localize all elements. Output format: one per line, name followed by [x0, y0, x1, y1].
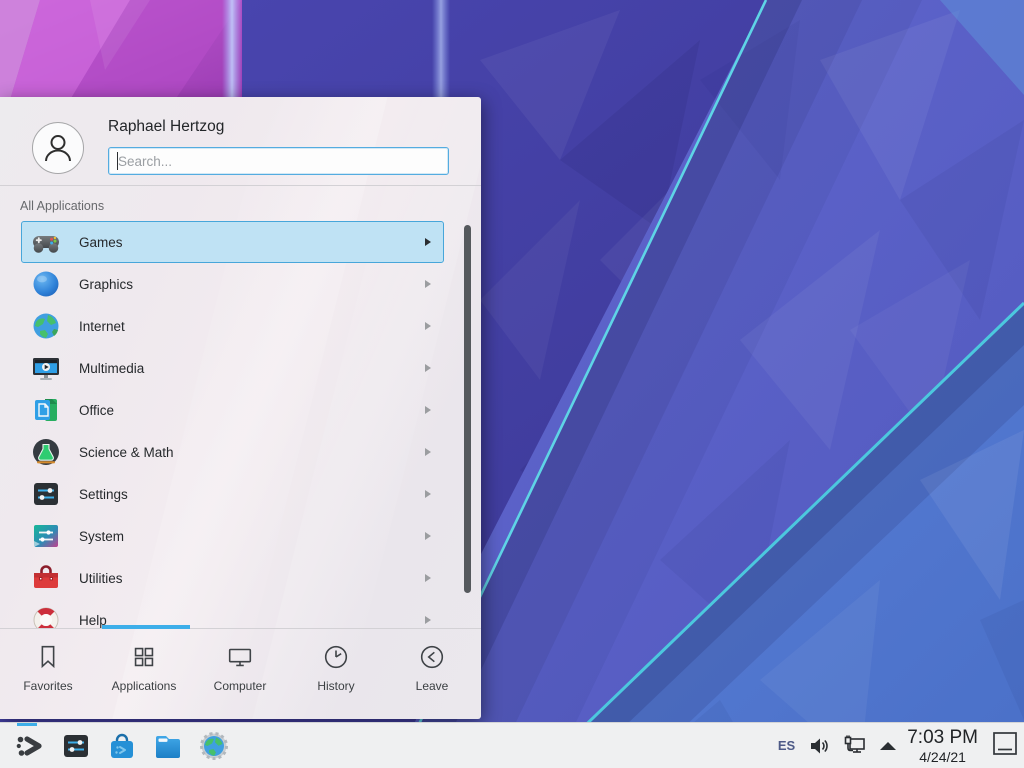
tab-applications[interactable]: Applications — [96, 629, 192, 719]
expand-tray-caret[interactable] — [880, 742, 896, 750]
tab-favorites[interactable]: Favorites — [0, 629, 96, 719]
tab-label: History — [317, 679, 354, 693]
submenu-arrow-icon — [425, 532, 431, 540]
games-icon — [30, 226, 62, 258]
tab-label: Leave — [416, 679, 449, 693]
launcher-category-science-math[interactable]: Science & Math — [21, 431, 444, 473]
tab-history[interactable]: History — [288, 629, 384, 719]
header-separator — [0, 185, 481, 186]
text-caret — [117, 152, 118, 170]
network-icon — [843, 734, 867, 758]
category-label: System — [79, 529, 124, 544]
category-label: Settings — [79, 487, 128, 502]
submenu-arrow-icon — [425, 490, 431, 498]
launcher-category-internet[interactable]: Internet — [21, 305, 444, 347]
category-label: Office — [79, 403, 114, 418]
web-browser-icon — [198, 730, 230, 762]
science-icon — [30, 436, 62, 468]
history-icon — [321, 642, 351, 672]
submenu-arrow-icon — [425, 322, 431, 330]
office-icon — [30, 394, 62, 426]
settings-icon — [30, 478, 62, 510]
category-label: Multimedia — [79, 361, 144, 376]
application-launcher-button[interactable] — [14, 730, 46, 762]
file-manager-button[interactable] — [152, 730, 184, 762]
system-settings-button[interactable] — [60, 730, 92, 762]
network-button[interactable] — [843, 734, 867, 758]
launcher-category-utilities[interactable]: Utilities — [21, 557, 444, 599]
user-name: Raphael Hertzog — [108, 118, 224, 136]
section-label: All Applications — [20, 199, 104, 213]
tab-label: Favorites — [23, 679, 72, 693]
multimedia-icon — [30, 352, 62, 384]
submenu-arrow-icon — [425, 280, 431, 288]
tab-label: Computer — [214, 679, 267, 693]
application-launcher-icon — [14, 730, 46, 762]
user-avatar[interactable] — [32, 122, 84, 174]
clock-time: 7:03 PM — [907, 728, 978, 747]
launcher-category-multimedia[interactable]: Multimedia — [21, 347, 444, 389]
clock-date: 4/24/21 — [907, 750, 978, 764]
taskbar-panel: ES 7:03 PM — [0, 722, 1024, 768]
submenu-arrow-icon — [425, 364, 431, 372]
leave-icon — [417, 642, 447, 672]
search-field-wrap — [108, 147, 449, 175]
discover-button[interactable] — [106, 730, 138, 762]
submenu-arrow-icon — [425, 616, 431, 624]
keyboard-layout-indicator[interactable]: ES — [778, 738, 795, 753]
favorites-icon — [33, 642, 63, 672]
internet-icon — [30, 310, 62, 342]
system-settings-icon — [60, 730, 92, 762]
submenu-arrow-icon — [425, 448, 431, 456]
list-scrollbar[interactable] — [464, 225, 471, 593]
digital-clock[interactable]: 7:03 PM 4/24/21 — [907, 728, 978, 764]
category-label: Internet — [79, 319, 125, 334]
volume-icon — [808, 735, 830, 757]
help-icon — [30, 604, 62, 628]
discover-icon — [106, 730, 138, 762]
system-icon — [30, 520, 62, 552]
tab-leave[interactable]: Leave — [384, 629, 480, 719]
launcher-category-games[interactable]: Games — [21, 221, 444, 263]
show-desktop-button[interactable] — [992, 731, 1018, 761]
launcher-category-graphics[interactable]: Graphics — [21, 263, 444, 305]
launcher-active-indicator — [17, 723, 37, 726]
launcher-category-help[interactable]: Help — [21, 599, 444, 628]
submenu-arrow-icon — [425, 406, 431, 414]
launcher-category-settings[interactable]: Settings — [21, 473, 444, 515]
launcher-tab-bar: Favorites Applications Computer — [0, 629, 481, 719]
launcher-category-office[interactable]: Office — [21, 389, 444, 431]
desktop: Raphael Hertzog All Applications — [0, 0, 1024, 768]
category-label: Games — [79, 235, 123, 250]
utilities-icon — [30, 562, 62, 594]
volume-button[interactable] — [808, 735, 830, 757]
category-label: Utilities — [79, 571, 123, 586]
show-desktop-icon — [992, 731, 1018, 756]
submenu-arrow-icon — [425, 574, 431, 582]
search-input[interactable] — [108, 147, 449, 175]
graphics-icon — [30, 268, 62, 300]
web-browser-button[interactable] — [198, 730, 230, 762]
tab-label: Applications — [112, 679, 177, 693]
applications-icon — [129, 642, 159, 672]
category-list: Games Graphics — [0, 221, 481, 628]
file-manager-icon — [152, 730, 184, 762]
submenu-arrow-icon — [425, 238, 431, 246]
application-launcher-menu: Raphael Hertzog All Applications — [0, 97, 481, 719]
system-tray: ES 7:03 PM — [778, 728, 1024, 764]
computer-icon — [225, 642, 255, 672]
category-label: Science & Math — [79, 445, 174, 460]
launcher-category-system[interactable]: System — [21, 515, 444, 557]
category-label: Graphics — [79, 277, 133, 292]
person-icon — [38, 128, 78, 168]
tab-computer[interactable]: Computer — [192, 629, 288, 719]
